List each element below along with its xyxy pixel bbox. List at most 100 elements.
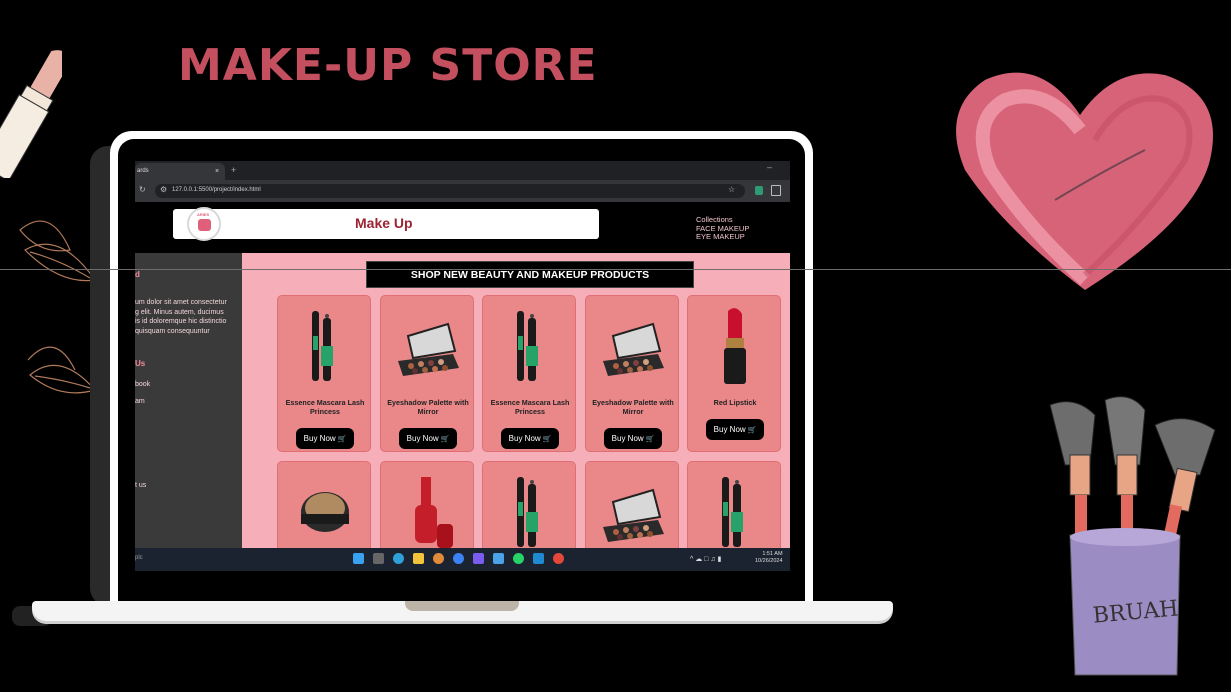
teams-icon[interactable] (473, 553, 484, 564)
product-card[interactable]: Eyeshadow Palette with Mirror Buy Now 🛒 (585, 295, 679, 452)
product-name: Red Lipstick (713, 398, 757, 407)
buy-now-button[interactable]: Buy Now 🛒 (706, 419, 764, 440)
product-card[interactable]: Eyeshadow Palette with Mirror Buy Now 🛒 (380, 295, 474, 452)
makeup-brushes-decoration-icon: BRUAH (1049, 396, 1216, 676)
sidebar-line: g elit. Minus autem, ducimus (135, 308, 224, 316)
sidebar-line: is id doloremque hic distinctio (135, 318, 227, 325)
url-field[interactable]: ⚙ 127.0.0.1:5500/project/index.html ☆ (155, 184, 745, 198)
site-logo[interactable]: ARIES (187, 207, 221, 241)
mascara-product-image[interactable] (495, 472, 565, 548)
product-name: Eyeshadow Palette with Mirror (592, 398, 674, 416)
logo-text: ARIES (197, 212, 210, 217)
product-card[interactable] (380, 461, 474, 548)
product-card[interactable] (482, 461, 576, 548)
extension-icon[interactable] (755, 186, 763, 195)
product-card[interactable]: Red Lipstick Buy Now 🛒 (687, 295, 781, 452)
start-menu-icon[interactable] (353, 553, 364, 564)
palette-product-image[interactable] (598, 472, 668, 548)
cart-icon: 🛒 (643, 436, 655, 443)
heart-decoration-icon (956, 72, 1213, 290)
task-view-icon[interactable] (373, 553, 384, 564)
palette-product-image[interactable] (598, 306, 668, 386)
sidebar-heading-follow: Us (135, 359, 146, 368)
product-name: Essence Mascara Lash Princess (285, 398, 365, 416)
app-icon[interactable] (453, 553, 464, 564)
product-card[interactable]: Essence Mascara Lash Princess Buy Now 🛒 (482, 295, 576, 452)
sidebar-line: um dolor sit amet consectetur (135, 299, 227, 306)
minimize-button[interactable]: – (767, 162, 772, 172)
nav-menu: Collections FACE MAKEUP EYE MAKEUP (696, 215, 749, 242)
site-name: Make Up (355, 215, 413, 231)
sidebar-link-instagram[interactable]: am (135, 398, 145, 405)
browser-window: ards × + – ↻ ⚙ 127.0.0.1:5500/project/in… (135, 161, 790, 571)
product-name: Essence Mascara Lash Princess (490, 398, 570, 416)
product-name: Eyeshadow Palette with Mirror (387, 398, 469, 416)
sidebar-paragraph: um dolor sit amet consectetur g elit. Mi… (135, 298, 242, 336)
web-page: ARIES Make Up Collections FACE MAKEUP EY… (135, 202, 790, 548)
compact-product-image[interactable] (290, 472, 360, 548)
slide-title: MAKE-UP STORE (178, 40, 598, 91)
buy-now-label: Buy Now (303, 434, 336, 443)
buy-now-button[interactable]: Buy Now 🛒 (604, 428, 662, 449)
lipstick-decoration-icon (0, 50, 62, 178)
sidebar-heading-about: d (135, 270, 140, 279)
laptop-notch (405, 601, 519, 611)
slide-divider (0, 269, 1231, 270)
firefox-icon[interactable] (433, 553, 444, 564)
cart-icon: 🛒 (335, 436, 347, 443)
buy-now-button[interactable]: Buy Now 🛒 (296, 428, 354, 449)
product-card[interactable] (687, 461, 781, 548)
system-tray-icons[interactable]: ^ ☁ □ ♫ ▮ (690, 555, 721, 563)
palette-product-image[interactable] (393, 306, 463, 386)
taskbar-left-text: plc (135, 555, 143, 561)
reload-icon[interactable]: ↻ (139, 185, 146, 194)
site-header: ARIES Make Up (173, 207, 599, 241)
sidebar-line: quisquam consequuntur (135, 327, 210, 335)
site-info-icon[interactable]: ⚙ (160, 185, 167, 194)
nav-eye-makeup[interactable]: EYE MAKEUP (696, 232, 749, 242)
product-card[interactable] (585, 461, 679, 548)
sidebar-link-facebook[interactable]: book (135, 381, 150, 388)
url-text: 127.0.0.1:5500/project/index.html (172, 187, 261, 193)
whatsapp-icon[interactable] (513, 553, 524, 564)
sidebar-link-contact[interactable]: t us (135, 482, 146, 489)
buy-now-label: Buy Now (406, 434, 439, 443)
clock[interactable]: 1:51 AM 10/26/2024 (755, 551, 783, 565)
buy-now-button[interactable]: Buy Now 🛒 (399, 428, 457, 449)
clock-date: 10/26/2024 (755, 558, 783, 564)
browser-tab[interactable]: ards × (135, 163, 225, 180)
leaf-decoration-icon (19, 220, 97, 394)
shop-banner: SHOP NEW BEAUTY AND MAKEUP PRODUCTS (366, 261, 694, 288)
cart-icon: 🛒 (745, 427, 757, 434)
tab-title: ards (137, 168, 149, 174)
mascara-product-image[interactable] (290, 306, 360, 386)
sidebar: d um dolor sit amet consectetur g elit. … (135, 253, 242, 548)
chrome-icon[interactable] (553, 553, 564, 564)
cart-icon: 🛒 (540, 436, 552, 443)
tab-close-icon[interactable]: × (215, 163, 219, 180)
tab-bar: ards × + – (135, 161, 790, 180)
product-card[interactable]: Essence Mascara Lash Princess Buy Now 🛒 (277, 295, 371, 452)
mascara-product-image[interactable] (495, 306, 565, 386)
store-icon[interactable] (493, 553, 504, 564)
clock-time: 1:51 AM (762, 551, 783, 557)
vscode-icon[interactable] (533, 553, 544, 564)
buy-now-label: Buy Now (611, 434, 644, 443)
buy-now-label: Buy Now (713, 425, 746, 434)
new-tab-button[interactable]: + (231, 163, 236, 178)
mascara-product-image[interactable] (700, 472, 770, 548)
buy-now-label: Buy Now (508, 434, 541, 443)
bookmark-star-icon[interactable]: ☆ (728, 185, 735, 194)
products-section: SHOP NEW BEAUTY AND MAKEUP PRODUCTS Esse… (242, 253, 790, 548)
lipstick-product-image[interactable] (700, 306, 770, 386)
file-explorer-icon[interactable] (413, 553, 424, 564)
edge-icon[interactable] (393, 553, 404, 564)
taskbar: plc ^ ☁ □ ♫ ▮ 1:51 AM 10/26/2024 (135, 548, 790, 571)
nailpolish-product-image[interactable] (393, 472, 463, 548)
buy-now-button[interactable]: Buy Now 🛒 (501, 428, 559, 449)
logo-bag-icon (198, 219, 211, 231)
address-bar: ↻ ⚙ 127.0.0.1:5500/project/index.html ☆ (135, 180, 790, 202)
product-card[interactable] (277, 461, 371, 548)
cart-icon: 🛒 (438, 436, 450, 443)
extensions-puzzle-icon[interactable] (771, 185, 781, 196)
